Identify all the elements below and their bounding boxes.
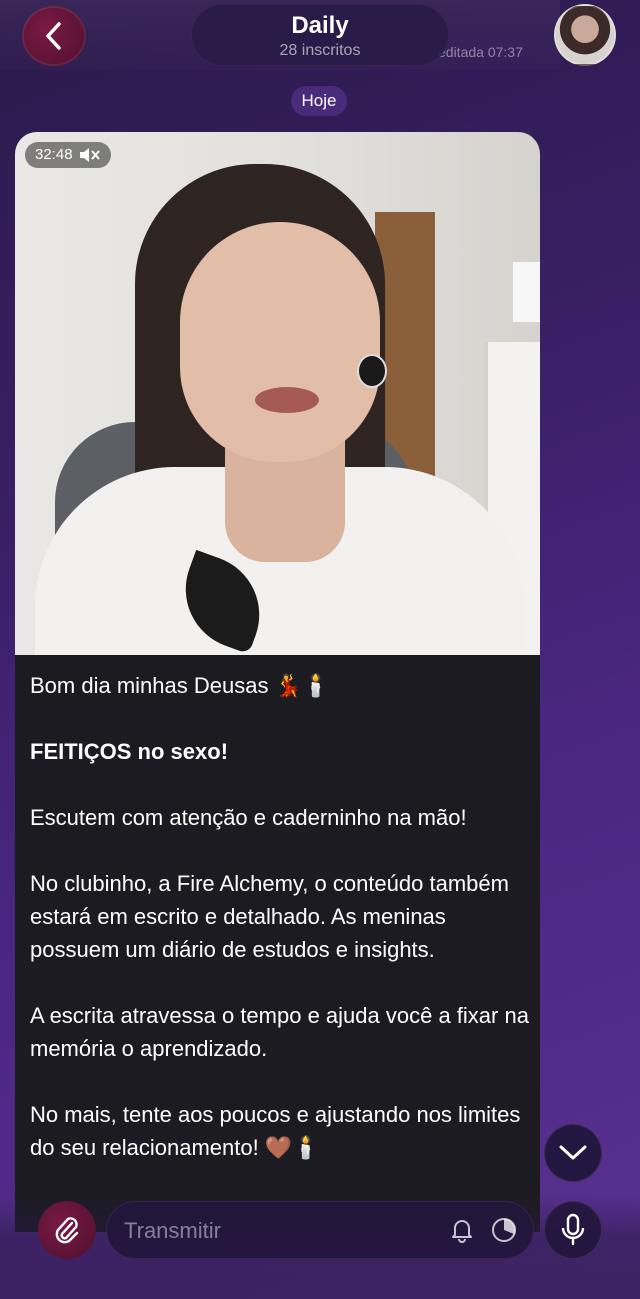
message-heading: FEITIÇOS no sexo!	[30, 739, 229, 764]
video-duration: 32:48	[35, 146, 73, 163]
microphone-button[interactable]	[544, 1201, 602, 1259]
message-line: No mais, tente aos poucos e ajustando no…	[30, 1102, 521, 1160]
channel-title: Daily	[291, 12, 349, 39]
date-chip: Hoje	[291, 86, 347, 116]
message-input-pill	[106, 1201, 534, 1259]
subscriber-count: 28 inscritos	[279, 42, 361, 59]
edited-timestamp: editada 07:37	[438, 44, 523, 60]
chevron-down-icon	[559, 1145, 587, 1160]
bell-icon[interactable]	[448, 1216, 476, 1244]
video-duration-badge[interactable]: 32:48	[25, 142, 111, 168]
chevron-left-icon	[46, 22, 61, 50]
video-earring	[357, 354, 387, 388]
mute-icon	[79, 148, 100, 162]
message-line: Bom dia minhas Deusas 💃🕯️	[30, 673, 330, 698]
message-text: Bom dia minhas Deusas 💃🕯️ FEITIÇOS no se…	[30, 669, 530, 1197]
channel-avatar[interactable]	[554, 4, 616, 66]
message-line: A escrita atravessa o tempo e ajuda você…	[30, 1003, 529, 1061]
video-bg-ac	[513, 262, 540, 322]
channel-header[interactable]: Daily 28 inscritos	[191, 4, 449, 66]
video-face	[180, 222, 380, 462]
paperclip-icon	[55, 1217, 79, 1244]
timer-icon[interactable]	[490, 1216, 518, 1244]
message-line: Escutem com atenção e caderninho na mão!	[30, 805, 467, 830]
back-button[interactable]	[22, 6, 86, 66]
scroll-down-button[interactable]	[544, 1124, 602, 1182]
microphone-icon	[561, 1213, 585, 1246]
video-message[interactable]: 32:48	[15, 132, 540, 655]
message-line: No clubinho, a Fire Alchemy, o conteúdo …	[30, 871, 509, 962]
video-lips	[255, 387, 319, 413]
message-bubble: 32:48 Bom dia minhas Deusas 💃🕯️ FEITIÇOS…	[15, 132, 540, 1232]
attach-button[interactable]	[38, 1201, 96, 1259]
broadcast-input[interactable]	[122, 1211, 436, 1251]
